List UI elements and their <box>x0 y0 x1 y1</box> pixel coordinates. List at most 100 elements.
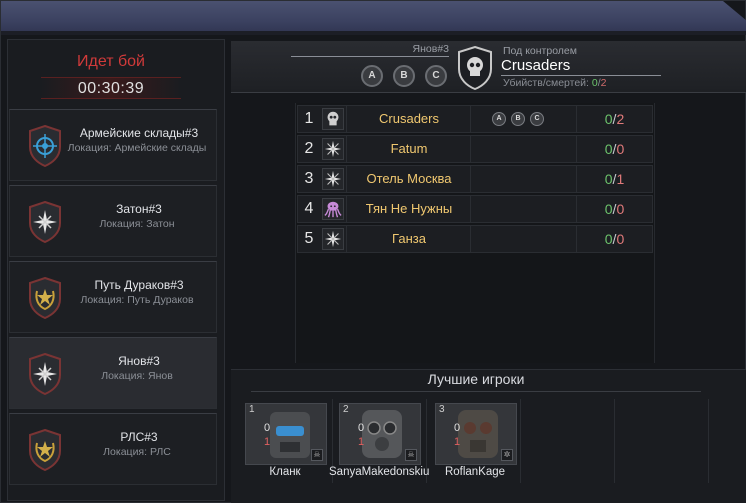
clan-name: Crusaders <box>379 111 439 126</box>
location-subtitle: Локация: Путь Дураков <box>80 294 194 306</box>
table-row[interactable]: 1 Crusaders A B C 0/2 <box>297 105 653 133</box>
clan-score: 0/0 <box>576 136 652 162</box>
skull-badge-icon: ☠ <box>405 449 417 461</box>
clan-rank: 5 <box>304 230 314 247</box>
player-slot-frame <box>523 399 615 483</box>
clan-name: Тян Не Нужны <box>365 201 453 216</box>
player-card[interactable]: 2 0 1 ☠ <box>339 403 421 465</box>
player-slot-frame <box>617 399 709 483</box>
column-divider <box>346 166 347 192</box>
clan-score: 0/2 <box>576 106 652 132</box>
location-subtitle: Локация: Янов <box>101 370 173 382</box>
compass-star-icon <box>322 138 344 160</box>
location-title: Янов#3 <box>118 354 160 368</box>
clan-deaths: 0 <box>616 231 625 247</box>
player-rank: 1 <box>249 404 255 415</box>
battle-timer: 00:30:39 <box>41 77 181 99</box>
clan-rank: 2 <box>304 140 314 157</box>
player-card[interactable]: 1 0 1 ☠ <box>245 403 327 465</box>
location-title: Путь Дураков#3 <box>94 278 184 292</box>
column-divider <box>346 136 347 162</box>
slot-c-indicator: C <box>530 112 544 126</box>
skull-icon <box>322 108 344 130</box>
location-subtitle: Локация: РЛС <box>103 446 171 458</box>
window-titlebar[interactable] <box>1 1 746 35</box>
slot-a-button[interactable]: A <box>361 65 383 87</box>
column-divider <box>346 226 347 252</box>
compass-star-icon <box>322 168 344 190</box>
clan-deaths: 0 <box>616 201 625 217</box>
control-label: Под контролем <box>503 45 577 57</box>
kd-label-text: Убийств/смертей: <box>503 77 589 89</box>
player-rank: 3 <box>439 404 445 415</box>
column-divider <box>470 106 471 132</box>
clan-name: Fatum <box>390 141 428 156</box>
star-shield-icon <box>29 201 61 243</box>
skull-shield-icon <box>458 46 492 90</box>
player-name: Кланк <box>269 466 301 478</box>
player-name: SanyaMakedonskiu <box>329 466 430 478</box>
clan-score: 0/0 <box>576 196 652 222</box>
deaths-value: 2 <box>600 77 607 89</box>
battle-status-block: Идет бой 00:30:39 <box>11 45 211 103</box>
battle-status: Идет бой <box>77 53 145 70</box>
compass-star-icon <box>322 228 344 250</box>
table-row[interactable]: 3 Отель Москва 0/1 <box>297 165 653 193</box>
best-players-title: Лучшие игроки <box>427 371 525 387</box>
location-item-fools-path[interactable]: Путь Дураков#3 Локация: Путь Дураков <box>9 261 217 333</box>
location-item-yanov[interactable]: Янов#3 Локация: Янов <box>9 337 217 409</box>
clan-name: Ганза <box>392 231 426 246</box>
controlling-clan: Crusaders <box>501 57 661 76</box>
star-badge-icon: ✲ <box>501 449 513 461</box>
slot-a-indicator: A <box>492 112 506 126</box>
slot-b-button[interactable]: B <box>393 65 415 87</box>
column-divider <box>470 166 471 192</box>
location-list: Армейские склады#3 Локация: Армейские ск… <box>9 109 219 489</box>
skull-badge-icon: ☠ <box>311 449 323 461</box>
table-row[interactable]: 5 Ганза 0/0 <box>297 225 653 253</box>
player-kills: 0 <box>264 422 271 434</box>
player-kills: 0 <box>454 422 461 434</box>
battle-window: Идет бой 00:30:39 Армейские склады#3 Лок… <box>0 0 746 503</box>
clan-deaths: 2 <box>616 111 625 127</box>
clan-score: 0/1 <box>576 166 652 192</box>
clan-kills: 0 <box>604 231 613 247</box>
titlebar-divider <box>1 31 746 35</box>
table-row[interactable]: 4 Тян Не Нужны 0/0 <box>297 195 653 223</box>
clan-name: Отель Москва <box>366 171 452 186</box>
clan-score: 0/0 <box>576 226 652 252</box>
location-title: РЛС#3 <box>120 430 158 444</box>
clan-deaths: 1 <box>616 171 625 187</box>
player-rank: 2 <box>343 404 349 415</box>
octopus-icon <box>322 198 344 220</box>
location-title: Затон#3 <box>116 202 162 216</box>
table-row[interactable]: 2 Fatum 0/0 <box>297 135 653 163</box>
clan-kills: 0 <box>604 141 613 157</box>
star-shield-icon <box>29 353 61 395</box>
player-card[interactable]: 3 0 1 ✲ <box>435 403 517 465</box>
location-subtitle: Локация: Затон <box>99 218 175 230</box>
location-subtitle: Локация: Армейские склады <box>67 142 207 154</box>
location-item-army-warehouses[interactable]: Армейские склады#3 Локация: Армейские ск… <box>9 109 217 181</box>
location-item-zaton[interactable]: Затон#3 Локация: Затон <box>9 185 217 257</box>
slot-b-indicator: B <box>511 112 525 126</box>
column-divider <box>346 196 347 222</box>
gold-wreath-shield-icon <box>29 429 61 471</box>
clan-kills: 0 <box>604 201 613 217</box>
clan-kills: 0 <box>604 111 613 127</box>
slot-c-button[interactable]: C <box>425 65 447 87</box>
clan-rank: 4 <box>304 200 314 217</box>
header-location-name: Янов#3 <box>291 43 449 57</box>
clan-deaths: 0 <box>616 141 625 157</box>
kills-deaths-summary: Убийств/смертей: 0/2 <box>503 77 607 89</box>
gold-wreath-shield-icon <box>29 277 61 319</box>
location-title: Армейские склады#3 <box>79 126 199 140</box>
clan-kills: 0 <box>604 171 613 187</box>
column-divider <box>470 226 471 252</box>
location-item-rls[interactable]: РЛС#3 Локация: РЛС <box>9 413 217 485</box>
clan-rank: 3 <box>304 170 314 187</box>
best-players-divider <box>251 391 701 392</box>
player-deaths: 1 <box>264 436 271 448</box>
clan-rank: 1 <box>304 110 314 127</box>
player-deaths: 1 <box>454 436 461 448</box>
